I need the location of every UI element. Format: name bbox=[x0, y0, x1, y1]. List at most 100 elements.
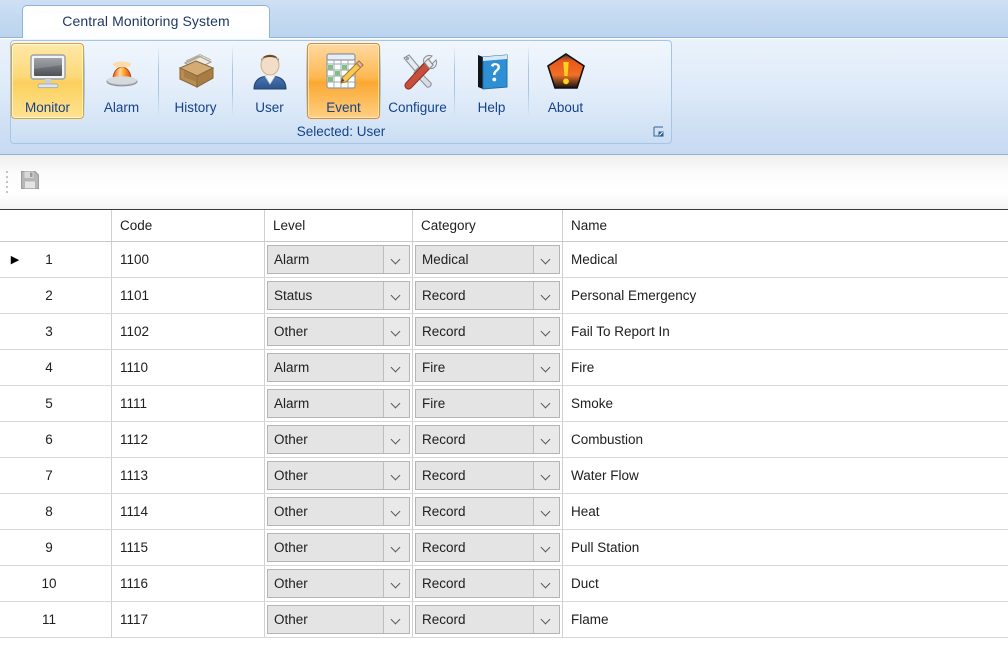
level-combobox[interactable]: Other bbox=[267, 317, 410, 346]
cell-name[interactable]: Smoke bbox=[563, 386, 1008, 421]
chevron-down-icon[interactable] bbox=[533, 606, 559, 633]
category-combobox[interactable]: Record bbox=[415, 425, 560, 454]
cell-code[interactable]: 1116 bbox=[112, 566, 265, 601]
table-row[interactable]: 7 1113 Other Record Water Flow bbox=[0, 458, 1008, 494]
cell-category[interactable]: Record bbox=[413, 530, 563, 565]
cell-category[interactable]: Record bbox=[413, 494, 563, 529]
chevron-down-icon[interactable] bbox=[383, 426, 409, 453]
event-grid[interactable]: Code Level Category Name ▶ 1 1100 Alarm Medi… bbox=[0, 210, 1008, 640]
cell-name[interactable]: Flame bbox=[563, 602, 1008, 637]
ribbon-button-history[interactable]: History bbox=[159, 43, 232, 119]
drag-grip-icon[interactable] bbox=[6, 171, 9, 193]
cell-level[interactable]: Other bbox=[265, 530, 413, 565]
category-combobox[interactable]: Record bbox=[415, 497, 560, 526]
chevron-down-icon[interactable] bbox=[383, 498, 409, 525]
cell-name[interactable]: Fail To Report In bbox=[563, 314, 1008, 349]
table-row[interactable]: 9 1115 Other Record Pull Station bbox=[0, 530, 1008, 566]
row-header[interactable]: 10 bbox=[0, 566, 112, 601]
cell-code[interactable]: 1100 bbox=[112, 242, 265, 277]
table-row[interactable]: ▶ 1 1100 Alarm Medical Medical bbox=[0, 242, 1008, 278]
chevron-down-icon[interactable] bbox=[383, 354, 409, 381]
cell-code[interactable]: 1113 bbox=[112, 458, 265, 493]
cell-level[interactable]: Status bbox=[265, 278, 413, 313]
chevron-down-icon[interactable] bbox=[383, 534, 409, 561]
chevron-down-icon[interactable] bbox=[533, 570, 559, 597]
chevron-down-icon[interactable] bbox=[533, 426, 559, 453]
category-combobox[interactable]: Record bbox=[415, 317, 560, 346]
cell-name[interactable]: Duct bbox=[563, 566, 1008, 601]
cell-name[interactable]: Combustion bbox=[563, 422, 1008, 457]
category-combobox[interactable]: Fire bbox=[415, 389, 560, 418]
cell-code[interactable]: 1111 bbox=[112, 386, 265, 421]
cell-level[interactable]: Other bbox=[265, 566, 413, 601]
level-combobox[interactable]: Status bbox=[267, 281, 410, 310]
tab-central-monitoring-system[interactable]: Central Monitoring System bbox=[22, 5, 270, 38]
level-combobox[interactable]: Other bbox=[267, 497, 410, 526]
cell-category[interactable]: Record bbox=[413, 458, 563, 493]
table-row[interactable]: 11 1117 Other Record Flame bbox=[0, 602, 1008, 638]
cell-level[interactable]: Other bbox=[265, 458, 413, 493]
ribbon-button-about[interactable]: About bbox=[529, 43, 602, 119]
cell-category[interactable]: Record bbox=[413, 602, 563, 637]
category-combobox[interactable]: Record bbox=[415, 461, 560, 490]
cell-category[interactable]: Fire bbox=[413, 386, 563, 421]
category-combobox[interactable]: Record bbox=[415, 605, 560, 634]
chevron-down-icon[interactable] bbox=[383, 390, 409, 417]
column-header-level[interactable]: Level bbox=[265, 210, 413, 241]
row-header[interactable]: 6 bbox=[0, 422, 112, 457]
column-header-select[interactable] bbox=[0, 210, 112, 241]
cell-level[interactable]: Alarm bbox=[265, 242, 413, 277]
cell-level[interactable]: Alarm bbox=[265, 386, 413, 421]
level-combobox[interactable]: Other bbox=[267, 533, 410, 562]
cell-code[interactable]: 1102 bbox=[112, 314, 265, 349]
table-row[interactable]: 3 1102 Other Record Fail To Report In bbox=[0, 314, 1008, 350]
cell-level[interactable]: Other bbox=[265, 602, 413, 637]
table-row[interactable]: 4 1110 Alarm Fire Fire bbox=[0, 350, 1008, 386]
cell-level[interactable]: Alarm bbox=[265, 350, 413, 385]
category-combobox[interactable]: Record bbox=[415, 533, 560, 562]
level-combobox[interactable]: Other bbox=[267, 425, 410, 454]
ribbon-button-monitor[interactable]: Monitor bbox=[11, 43, 84, 119]
ribbon-button-help[interactable]: Help bbox=[455, 43, 528, 119]
cell-name[interactable]: Medical bbox=[563, 242, 1008, 277]
ribbon-button-configure[interactable]: Configure bbox=[381, 43, 454, 119]
cell-level[interactable]: Other bbox=[265, 422, 413, 457]
ribbon-button-alarm[interactable]: Alarm bbox=[85, 43, 158, 119]
table-row[interactable]: 8 1114 Other Record Heat bbox=[0, 494, 1008, 530]
cell-code[interactable]: 1114 bbox=[112, 494, 265, 529]
chevron-down-icon[interactable] bbox=[533, 390, 559, 417]
table-row[interactable]: 2 1101 Status Record Personal Emergency bbox=[0, 278, 1008, 314]
category-combobox[interactable]: Record bbox=[415, 281, 560, 310]
row-header[interactable]: 2 bbox=[0, 278, 112, 313]
cell-name[interactable]: Fire bbox=[563, 350, 1008, 385]
cell-name[interactable]: Heat bbox=[563, 494, 1008, 529]
category-combobox[interactable]: Medical bbox=[415, 245, 560, 274]
chevron-down-icon[interactable] bbox=[383, 246, 409, 273]
cell-level[interactable]: Other bbox=[265, 314, 413, 349]
cell-category[interactable]: Medical bbox=[413, 242, 563, 277]
cell-name[interactable]: Pull Station bbox=[563, 530, 1008, 565]
table-row[interactable]: 6 1112 Other Record Combustion bbox=[0, 422, 1008, 458]
chevron-down-icon[interactable] bbox=[383, 462, 409, 489]
chevron-down-icon[interactable] bbox=[533, 318, 559, 345]
row-header[interactable]: 7 bbox=[0, 458, 112, 493]
ribbon-button-event[interactable]: Event bbox=[307, 43, 380, 119]
chevron-down-icon[interactable] bbox=[533, 498, 559, 525]
cell-code[interactable]: 1112 bbox=[112, 422, 265, 457]
column-header-name[interactable]: Name bbox=[563, 210, 1008, 241]
chevron-down-icon[interactable] bbox=[533, 462, 559, 489]
chevron-down-icon[interactable] bbox=[533, 282, 559, 309]
cell-category[interactable]: Record bbox=[413, 314, 563, 349]
cell-level[interactable]: Other bbox=[265, 494, 413, 529]
category-combobox[interactable]: Record bbox=[415, 569, 560, 598]
level-combobox[interactable]: Other bbox=[267, 605, 410, 634]
chevron-down-icon[interactable] bbox=[533, 354, 559, 381]
row-header[interactable]: 8 bbox=[0, 494, 112, 529]
row-header[interactable]: 9 bbox=[0, 530, 112, 565]
save-button[interactable] bbox=[16, 168, 44, 196]
row-header[interactable]: 4 bbox=[0, 350, 112, 385]
row-header[interactable]: 5 bbox=[0, 386, 112, 421]
cell-name[interactable]: Water Flow bbox=[563, 458, 1008, 493]
cell-code[interactable]: 1101 bbox=[112, 278, 265, 313]
cell-code[interactable]: 1117 bbox=[112, 602, 265, 637]
